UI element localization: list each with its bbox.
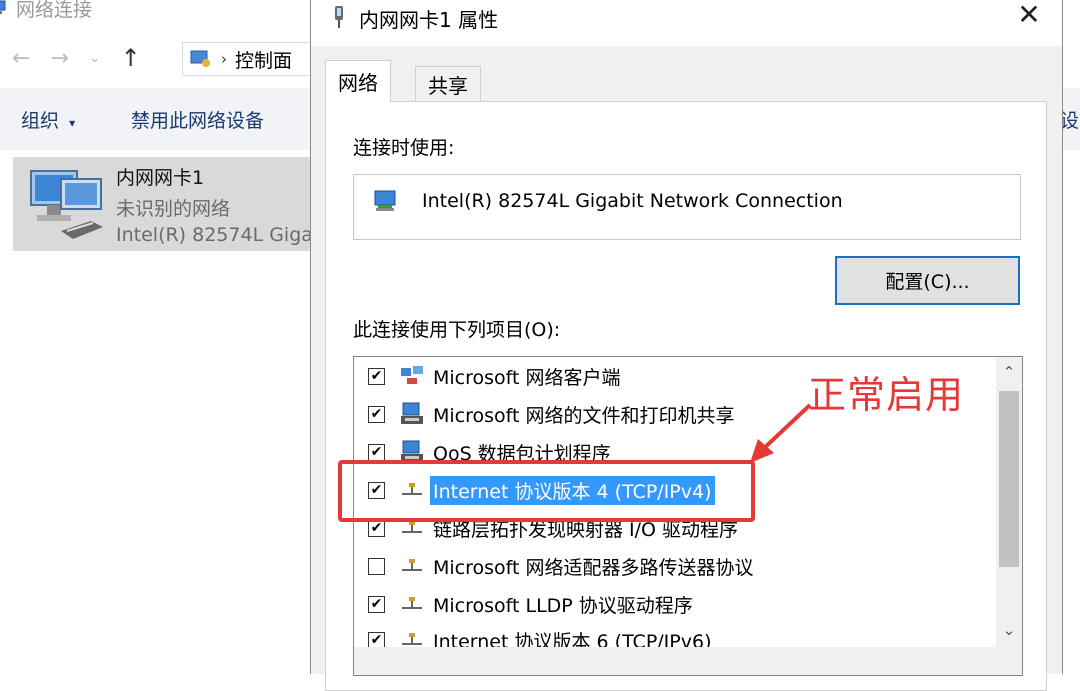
annotation-text: 正常启用 [808, 373, 965, 417]
scroll-down-chevron-icon[interactable]: ⌄ [996, 615, 1022, 645]
dropdown-caret-icon: ▾ [69, 116, 76, 130]
control-panel-icon [190, 50, 210, 67]
disable-device-button[interactable]: 禁用此网络设备 [131, 106, 264, 133]
network-adapter-small-icon [335, 6, 343, 28]
file-printer-share-icon [398, 400, 426, 428]
nav-buttons: ← → ⌄ ↑ [12, 44, 141, 72]
network-client-icon [398, 362, 426, 390]
network-adapter-item[interactable]: 内网网卡1 未识别的网络 Intel(R) 82574L Gigabit Net… [13, 157, 313, 251]
network-item-status: 未识别的网络 [116, 198, 231, 220]
close-icon[interactable]: ✕ [1014, 0, 1044, 31]
explorer-title: 网络连接 [16, 0, 93, 21]
back-arrow-icon[interactable]: ← [12, 46, 30, 71]
item-checkbox[interactable]: ✔ [368, 405, 385, 423]
organize-button[interactable]: 组织 ▾ [21, 106, 75, 133]
list-item[interactable]: ✔ Microsoft LLDP 协议驱动程序 [354, 587, 984, 621]
recent-chevron-down-icon[interactable]: ⌄ [89, 50, 101, 66]
network-item-device: Intel(R) 82574L Gigabit Network Connecti… [116, 224, 313, 246]
item-checkbox[interactable]: ✔ [368, 519, 385, 537]
item-label: Microsoft 网络的文件和打印机共享 [433, 404, 735, 427]
network-connections-icon [0, 0, 6, 14]
network-item-name: 内网网卡1 [116, 167, 205, 189]
dialog-title-bar[interactable]: 内网网卡1 属性 ✕ [311, 0, 1062, 46]
scroll-thumb[interactable] [999, 391, 1019, 567]
item-label: Microsoft 网络适配器多路传送器协议 [433, 556, 754, 579]
configure-button[interactable]: 配置(C)... [835, 256, 1020, 305]
scroll-up-chevron-icon[interactable]: ⌃ [996, 357, 1022, 387]
item-checkbox[interactable]: ✔ [368, 631, 385, 649]
item-checkbox[interactable]: ✔ [368, 595, 385, 613]
annotation-highlight-box [338, 460, 755, 522]
adapter-name: Intel(R) 82574L Gigabit Network Connecti… [422, 190, 843, 212]
network-adapter-icon [30, 170, 103, 239]
item-label: Microsoft LLDP 协议驱动程序 [433, 594, 693, 617]
items-label: 此连接使用下列项目(O): [353, 319, 561, 341]
explorer-title-bar: 网络连接 [0, 0, 92, 22]
horizontal-scrollbar[interactable] [354, 647, 998, 675]
adapter-properties-dialog: 内网网卡1 属性 ✕ 网络 共享 连接时使用: Intel(R) 82574L … [310, 0, 1063, 691]
forward-arrow-icon[interactable]: → [50, 46, 68, 71]
breadcrumb-separator-icon: › [221, 50, 227, 68]
item-checkbox[interactable]: ✔ [368, 367, 385, 385]
network-card-icon [374, 190, 396, 211]
item-checkbox[interactable] [368, 557, 385, 575]
connect-using-label: 连接时使用: [353, 137, 455, 159]
organize-label: 组织 [21, 110, 60, 132]
protocol-icon [398, 590, 426, 618]
dialog-title: 内网网卡1 属性 [359, 8, 499, 32]
list-item[interactable]: Microsoft 网络适配器多路传送器协议 [354, 549, 984, 583]
up-arrow-icon[interactable]: ↑ [121, 44, 141, 72]
tab-network[interactable]: 网络 [325, 60, 391, 102]
breadcrumb-control-panel[interactable]: 控制面 [235, 46, 292, 73]
item-checkbox[interactable]: ✔ [368, 443, 385, 461]
address-bar[interactable]: › 控制面 [182, 42, 312, 76]
item-label: Microsoft 网络客户端 [433, 366, 621, 389]
tab-sharing[interactable]: 共享 [415, 66, 481, 102]
adapter-field: Intel(R) 82574L Gigabit Network Connecti… [353, 174, 1021, 240]
vertical-scrollbar[interactable]: ⌃ ⌄ [996, 357, 1022, 675]
protocol-icon [398, 552, 426, 580]
